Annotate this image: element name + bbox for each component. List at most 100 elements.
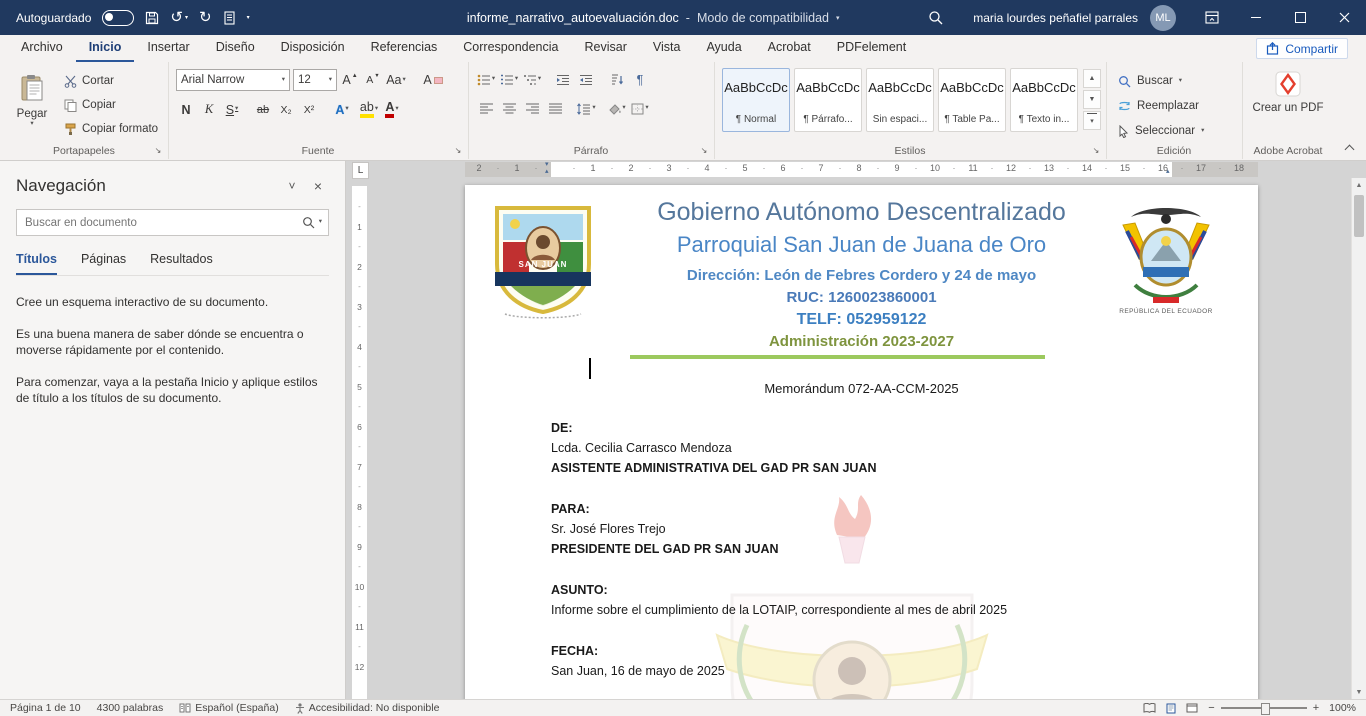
create-pdf-button[interactable]: Crear un PDF	[1251, 71, 1325, 115]
tab-referencias[interactable]: Referencias	[358, 35, 451, 62]
line-spacing-button[interactable]: ▾	[576, 98, 596, 119]
save-icon[interactable]	[145, 11, 159, 25]
align-right-button[interactable]	[522, 98, 542, 119]
zoom-slider-knob[interactable]	[1261, 703, 1270, 715]
change-case-button[interactable]: Aa▾	[386, 70, 406, 91]
minimize-button[interactable]	[1234, 0, 1278, 35]
word-count[interactable]: 4300 palabras	[97, 702, 164, 714]
tab-insertar[interactable]: Insertar	[134, 35, 202, 62]
maximize-button[interactable]	[1278, 0, 1322, 35]
zoom-out-icon[interactable]: −	[1208, 702, 1214, 714]
shading-button[interactable]: ▾	[607, 98, 627, 119]
shrink-font-button[interactable]: A▼	[363, 70, 383, 91]
hanging-indent-marker[interactable]: ▴	[545, 168, 549, 175]
search-icon[interactable]	[915, 10, 955, 25]
page-indicator[interactable]: Página 1 de 10	[10, 702, 81, 714]
close-button[interactable]	[1322, 0, 1366, 35]
bold-button[interactable]: N	[176, 99, 196, 120]
superscript-button[interactable]: X²	[299, 99, 319, 120]
chevron-down-icon[interactable]: ▾	[319, 219, 322, 226]
style-card[interactable]: AaBbCcDcSin espaci...	[866, 68, 934, 132]
decrease-indent-button[interactable]	[553, 69, 573, 90]
customize-quick-access-icon[interactable]: ▾	[247, 15, 250, 21]
search-icon[interactable]	[302, 216, 315, 229]
first-line-indent-marker[interactable]: ▾	[545, 161, 549, 168]
select-button[interactable]: Seleccionar ▾	[1118, 121, 1242, 141]
memo-title[interactable]: Memorándum 072-AA-CCM-2025	[465, 381, 1258, 396]
italic-button[interactable]: K	[199, 99, 219, 120]
field-line[interactable]: Informe sobre el cumplimiento de la LOTA…	[551, 600, 1191, 620]
style-card[interactable]: AaBbCcDc¶ Texto in...	[1010, 68, 1078, 132]
print-icon[interactable]	[223, 11, 236, 25]
font-size-combo[interactable]: 12 ▾	[293, 69, 337, 91]
numbering-button[interactable]: ▾	[499, 69, 519, 90]
zoom-in-icon[interactable]: +	[1313, 702, 1319, 714]
vertical-ruler[interactable]: 1-2-3-4-5-6-7-8-9-10-11-12-	[352, 178, 367, 700]
increase-indent-button[interactable]	[576, 69, 596, 90]
field-line[interactable]: Lcda. Cecilia Carrasco Mendoza	[551, 438, 1191, 458]
share-button[interactable]: Compartir	[1256, 38, 1348, 59]
right-indent-marker[interactable]: ▴	[1166, 168, 1170, 175]
style-card[interactable]: AaBbCcDc¶ Normal	[722, 68, 790, 132]
autosave-toggle[interactable]	[102, 10, 134, 26]
tab-diseño[interactable]: Diseño	[203, 35, 268, 62]
subscript-button[interactable]: X₂	[276, 99, 296, 120]
tab-acrobat[interactable]: Acrobat	[755, 35, 824, 62]
zoom-slider[interactable]	[1221, 707, 1307, 709]
field-label[interactable]: DE:	[551, 418, 1191, 438]
grow-font-button[interactable]: A▲	[340, 70, 360, 91]
nav-tab-páginas[interactable]: Páginas	[81, 252, 126, 275]
avatar[interactable]: ML	[1150, 5, 1176, 31]
field-label[interactable]: PARA:	[551, 499, 1191, 519]
scroll-down-icon[interactable]: ▼	[1352, 685, 1366, 700]
tab-disposición[interactable]: Disposición	[268, 35, 358, 62]
user-name[interactable]: maria lourdes peñafiel parrales	[973, 11, 1138, 25]
scrollbar-thumb[interactable]	[1354, 195, 1364, 237]
field-label[interactable]: ASUNTO:	[551, 580, 1191, 600]
vertical-scrollbar[interactable]: ▲ ▼	[1351, 178, 1366, 700]
tab-archivo[interactable]: Archivo	[8, 35, 76, 62]
document-body[interactable]: DE:Lcda. Cecilia Carrasco MendozaASISTEN…	[551, 418, 1191, 700]
bullets-button[interactable]: ▾	[476, 69, 496, 90]
justify-button[interactable]	[545, 98, 565, 119]
format-painter-button[interactable]: Copiar formato	[64, 119, 158, 139]
read-mode-icon[interactable]	[1143, 703, 1156, 713]
document-canvas[interactable]: L ▾ ▴ ▴ 2·1·1·2·3·4·5·6·7·8·9·10·11·12·1…	[345, 160, 1366, 700]
clear-formatting-button[interactable]: A	[423, 70, 443, 91]
styles-gallery-more-button[interactable]: ▾	[1083, 111, 1101, 130]
close-icon[interactable]: ×	[305, 178, 331, 194]
sort-button[interactable]	[607, 69, 627, 90]
undo-icon[interactable]: ↺▾	[170, 10, 188, 25]
field-line[interactable]: PRESIDENTE DEL GAD PR SAN JUAN	[551, 539, 1191, 559]
style-card[interactable]: AaBbCcDc¶ Párrafo...	[794, 68, 862, 132]
underline-button[interactable]: S▾	[222, 99, 242, 120]
search-input[interactable]	[23, 216, 298, 230]
tab-stop-selector[interactable]: L	[352, 162, 369, 179]
tab-pdfelement[interactable]: PDFelement	[824, 35, 919, 62]
styles-scroll-down-button[interactable]: ▼	[1083, 90, 1101, 109]
paste-button[interactable]: Pegar ▾	[8, 68, 56, 148]
styles-scroll-up-button[interactable]: ▲	[1083, 69, 1101, 88]
accessibility-indicator[interactable]: Accesibilidad: No disponible	[295, 702, 440, 714]
tab-vista[interactable]: Vista	[640, 35, 694, 62]
copy-button[interactable]: Copiar	[64, 95, 158, 115]
field-line[interactable]: San Juan, 16 de mayo de 2025	[551, 661, 1191, 681]
replace-button[interactable]: Reemplazar	[1118, 96, 1242, 116]
document-page[interactable]: SAN JUAN REPÚBLICA DEL ECUADOR	[465, 185, 1258, 700]
print-layout-icon[interactable]	[1166, 703, 1176, 714]
ribbon-display-options-icon[interactable]	[1190, 0, 1234, 35]
tab-inicio[interactable]: Inicio	[76, 35, 135, 62]
highlight-color-button[interactable]: ab▾	[359, 99, 379, 120]
field-line[interactable]: Sr. José Flores Trejo	[551, 519, 1191, 539]
paragraph-marks-button[interactable]: ¶	[630, 69, 650, 90]
align-center-button[interactable]	[499, 98, 519, 119]
chevron-down-icon[interactable]: ▾	[836, 14, 840, 22]
language-indicator[interactable]: Español (España)	[179, 702, 278, 714]
strikethrough-button[interactable]: ab	[253, 99, 273, 120]
find-button[interactable]: Buscar ▾	[1118, 71, 1242, 91]
scroll-up-icon[interactable]: ▲	[1352, 178, 1366, 193]
zoom-level[interactable]: 100%	[1329, 702, 1356, 714]
tab-revisar[interactable]: Revisar	[571, 35, 639, 62]
tab-ayuda[interactable]: Ayuda	[693, 35, 754, 62]
borders-button[interactable]: ▾	[630, 98, 650, 119]
